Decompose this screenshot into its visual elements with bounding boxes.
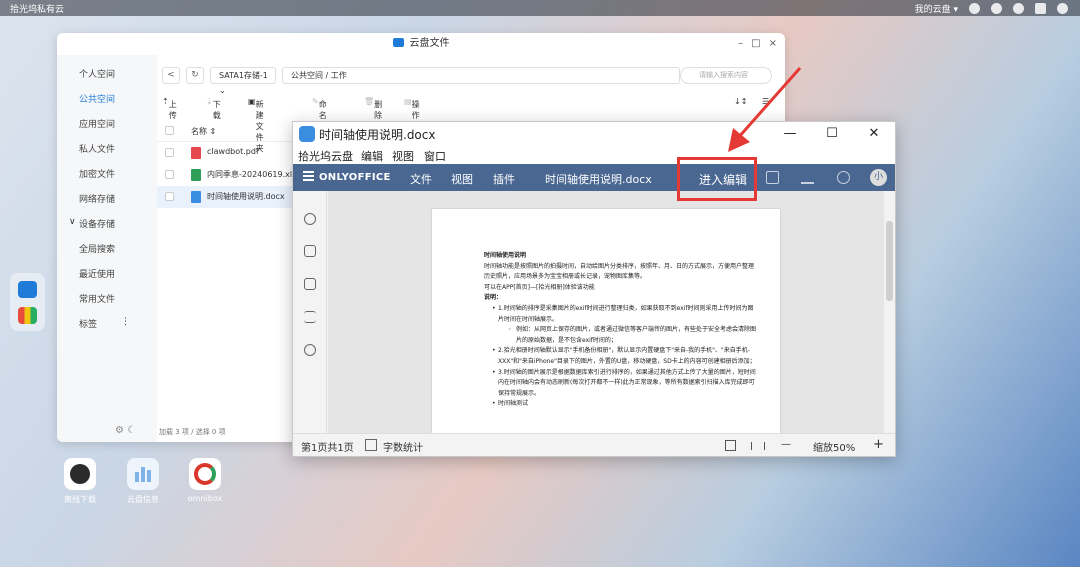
annotation-arrow xyxy=(728,67,802,152)
